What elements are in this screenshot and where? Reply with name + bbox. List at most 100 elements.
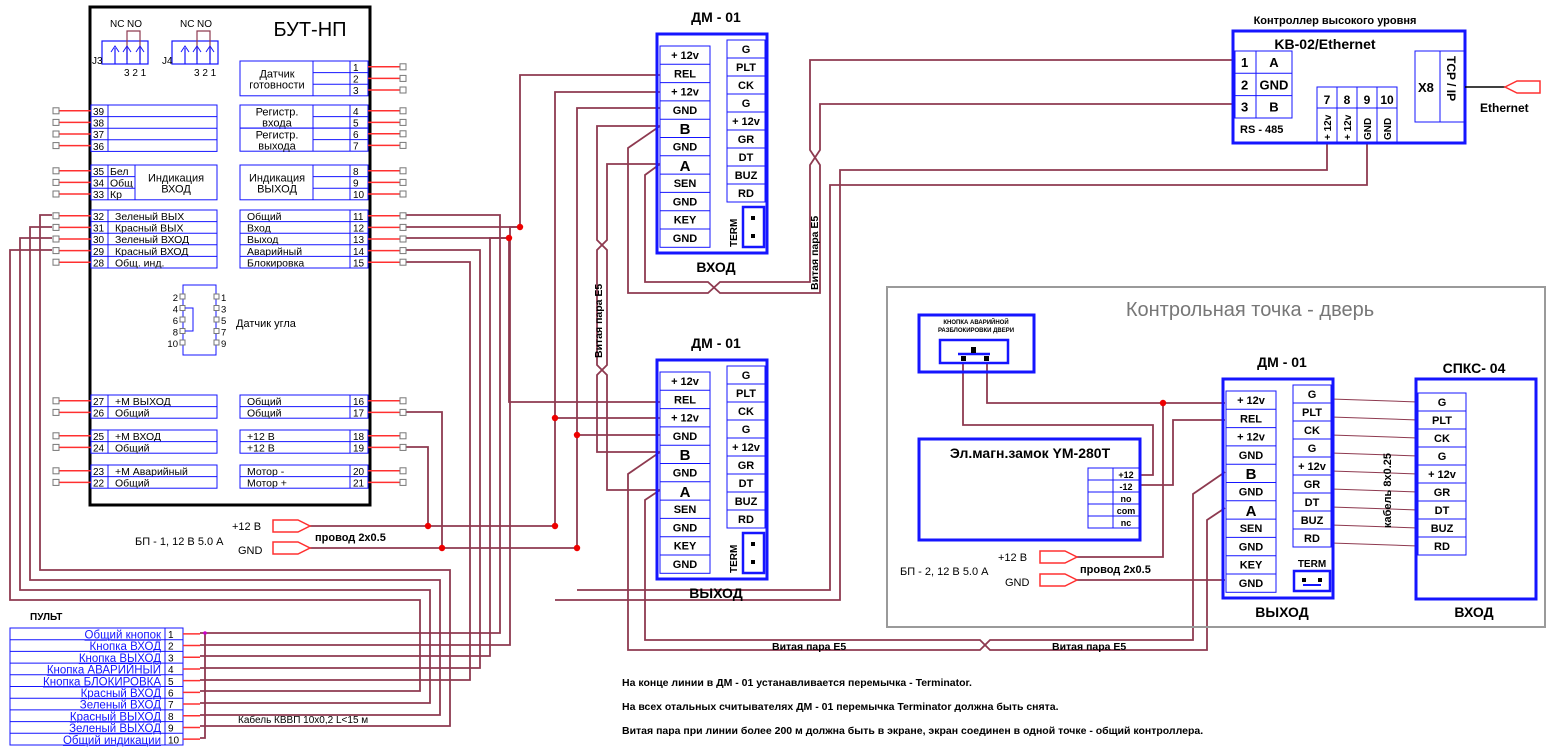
dm01-terminal: GND xyxy=(673,105,698,117)
cable-core xyxy=(1330,488,1419,493)
components: БУТ-НПNC NOJ33 2 1NC NOJ43 2 1 123Датчикгот… xyxy=(9,5,1546,747)
dm01-terminal: GR xyxy=(738,134,755,146)
dm01-terminal: REL xyxy=(674,394,696,406)
angle-sensor-pin xyxy=(213,316,220,323)
twisted-pair-label: Витая пара E5 xyxy=(772,641,846,653)
term-jumper xyxy=(741,531,766,575)
lock-pin: nc xyxy=(1121,518,1132,528)
cable-core xyxy=(1330,398,1419,403)
dm01-terminal: A xyxy=(1246,503,1257,520)
angle-sensor-pin xyxy=(179,339,186,346)
dm01-terminal: GND xyxy=(673,142,698,154)
terminal-label: Общ. инд. xyxy=(115,257,164,269)
dm01-terminal: REL xyxy=(674,68,696,80)
jumper-nc-label: NC xyxy=(180,19,194,30)
dm01-terminal: B xyxy=(680,121,691,138)
lock-pin: +12 xyxy=(1118,470,1133,480)
cable-core xyxy=(1330,470,1419,475)
junction-dot xyxy=(203,631,207,635)
terminal-label: Общий xyxy=(115,408,150,420)
dm01-terminal: G xyxy=(742,424,751,436)
dm01-terminal: DT xyxy=(739,152,754,164)
junction-dot xyxy=(505,234,513,242)
terminal-pin xyxy=(52,397,60,405)
dm01-terminal: G xyxy=(1308,389,1317,401)
terminal-pin xyxy=(399,190,407,198)
note-text: На всех отальных считывателях ДМ - 01 пе… xyxy=(622,701,1059,713)
angle-sensor-pin xyxy=(213,305,220,311)
terminal-group-label: ВХОД xyxy=(161,183,191,195)
term-pin xyxy=(751,542,755,546)
emergency-button-label: РАЗБЛОКИРОВКИ ДВЕРИ xyxy=(938,328,1014,334)
term-pin xyxy=(1318,578,1322,582)
pult-row-number: 10 xyxy=(168,735,180,746)
rs485-number: 2 xyxy=(1241,77,1248,92)
pin-number: 10 xyxy=(167,339,178,350)
wire xyxy=(406,411,443,548)
terminal-label: Общий xyxy=(115,443,150,455)
junction-dot xyxy=(573,431,581,439)
dm01-terminal: PLT xyxy=(1302,407,1322,419)
pin-number: 5 xyxy=(221,316,226,327)
port-number: 10 xyxy=(1380,93,1394,107)
dm01-terminal: KEY xyxy=(1240,560,1263,572)
terminal-pin xyxy=(399,478,407,486)
term-pin xyxy=(1302,578,1306,582)
term-label: TERM xyxy=(1298,559,1326,570)
pin-number: 9 xyxy=(221,339,226,350)
pin-number: 6 xyxy=(173,316,178,327)
angle-sensor-label: Датчик угла xyxy=(236,318,297,330)
spks-title: СПКС- 04 xyxy=(1443,360,1506,376)
angle-sensor-pin xyxy=(179,293,186,300)
terminal-number: 26 xyxy=(93,409,105,420)
dm01-terminal: GND xyxy=(673,196,698,208)
terminal-pin xyxy=(52,118,60,126)
dm01-terminal: BUZ xyxy=(1301,515,1324,527)
dm01-terminal: CK xyxy=(1304,425,1320,437)
psu-gnd-label: GND xyxy=(238,545,263,557)
terminal-pin xyxy=(399,235,407,243)
twisted-pair-label: Витая пара E5 xyxy=(809,216,821,290)
dm01-terminal: GR xyxy=(738,460,755,472)
junction-dot xyxy=(438,544,446,552)
terminal-pin xyxy=(52,107,60,115)
twisted-pair-label: Витая пара E5 xyxy=(1052,641,1126,653)
rs485-number: 1 xyxy=(1241,55,1248,70)
psu-plus-label: +12 В xyxy=(232,521,261,533)
terminal-label: +12 В xyxy=(247,443,275,455)
terminal-number: 24 xyxy=(93,444,105,455)
jumper-no-label: NO xyxy=(127,19,142,30)
terminal-pin xyxy=(52,212,60,220)
dm01-terminal: BUZ xyxy=(735,496,758,508)
dm01-terminal: + 12v xyxy=(671,87,700,99)
terminal-pin xyxy=(399,178,407,186)
pin-number: 2 xyxy=(173,293,178,304)
terminal-group-label: ВЫХОД xyxy=(257,183,297,195)
cable-label: кабель 8x0.25 xyxy=(1382,453,1394,528)
port-number: 7 xyxy=(1324,93,1331,107)
angle-sensor-pin xyxy=(213,328,220,334)
x8-label: X8 xyxy=(1418,80,1434,95)
door-zone-title: Контрольная точка - дверь xyxy=(1126,299,1374,321)
dm01-terminal: DT xyxy=(739,478,754,490)
terminal-group-label: выхода xyxy=(258,141,296,153)
terminal-pin xyxy=(52,478,60,486)
wire xyxy=(986,362,1225,404)
port-number: 9 xyxy=(1364,93,1371,107)
cable-core xyxy=(1330,434,1419,439)
dm01-terminal: SEN xyxy=(1240,523,1263,535)
port-signal: + 12v xyxy=(1343,114,1354,140)
dm01-terminal: CK xyxy=(738,406,754,418)
term-pin xyxy=(751,216,755,220)
wire xyxy=(200,249,481,669)
pult-cable-label: Кабель КВВП 10x0,2 L<15 м xyxy=(238,714,368,726)
dm01-terminal: + 12v xyxy=(732,442,761,454)
pin-number: 3 xyxy=(221,305,226,316)
terminal-pin xyxy=(52,247,60,255)
button-contact xyxy=(961,356,966,361)
rs485-label: RS - 485 xyxy=(1240,124,1283,136)
twisted-pair-label: Витая пара E5 xyxy=(593,284,605,358)
dm01-terminal: GR xyxy=(1304,479,1321,491)
connector-plug xyxy=(272,519,312,533)
jumper-block xyxy=(171,40,219,65)
